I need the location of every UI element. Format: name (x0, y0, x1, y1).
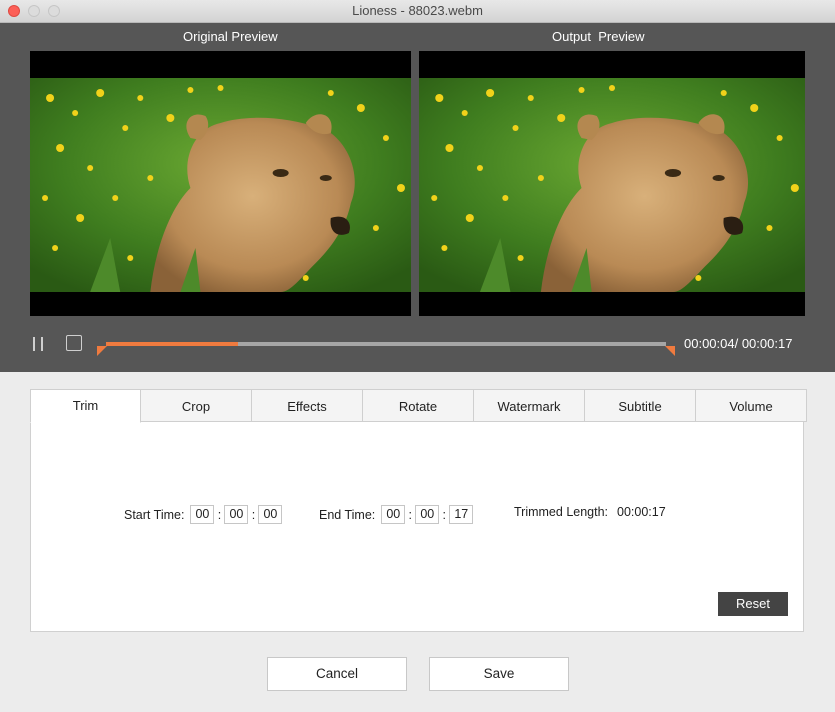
edit-panel: Trim Crop Effects Rotate Watermark Subti… (30, 389, 807, 632)
cancel-button[interactable]: Cancel (267, 657, 407, 691)
tab-subtitle[interactable]: Subtitle (585, 389, 696, 422)
tab-rotate[interactable]: Rotate (363, 389, 474, 422)
preview-area: Original Preview Output Preview 00:00:04… (0, 23, 835, 372)
time-separator: : (442, 507, 447, 522)
lioness-image (30, 78, 411, 292)
save-button[interactable]: Save (429, 657, 569, 691)
end-minutes-field[interactable]: 00 (415, 505, 440, 524)
reset-button[interactable]: Reset (718, 592, 788, 616)
time-separator: : (408, 507, 413, 522)
end-time-label: End Time: (319, 507, 376, 522)
start-seconds-field[interactable]: 00 (258, 505, 283, 524)
stop-icon[interactable] (66, 335, 82, 351)
trimmed-length-row: Trimmed Length: 00:00:17 (514, 505, 666, 519)
editor-window: Lioness - 88023.webm Original Preview Ou… (0, 0, 835, 712)
original-preview-label: Original Preview (183, 29, 278, 44)
title-bar: Lioness - 88023.webm (0, 0, 835, 23)
end-time-row: End Time: 00 : 00 : 17 (319, 505, 474, 524)
start-time-label: Start Time: (124, 507, 185, 522)
timeline-progress (106, 342, 238, 346)
tab-crop[interactable]: Crop (141, 389, 252, 422)
lioness-image (419, 78, 805, 292)
timeline-track[interactable] (106, 342, 666, 346)
trim-start-handle[interactable] (97, 346, 107, 356)
output-preview-label: Output Preview (552, 29, 645, 44)
end-hours-field[interactable]: 00 (381, 505, 406, 524)
time-separator: : (217, 507, 222, 522)
tab-bar: Trim Crop Effects Rotate Watermark Subti… (30, 389, 807, 423)
output-preview-video (419, 51, 805, 316)
time-display: 00:00:04/ 00:00:17 (684, 336, 793, 351)
end-seconds-field[interactable]: 17 (449, 505, 474, 524)
tab-effects[interactable]: Effects (252, 389, 363, 422)
start-time-row: Start Time: 00 : 00 : 00 (124, 505, 283, 524)
start-hours-field[interactable]: 00 (190, 505, 215, 524)
tab-volume[interactable]: Volume (696, 389, 807, 422)
tab-trim[interactable]: Trim (30, 389, 141, 423)
time-separator: : (251, 507, 256, 522)
original-preview-video (30, 51, 411, 316)
tab-watermark[interactable]: Watermark (474, 389, 585, 422)
trimmed-length-label: Trimmed Length: (514, 505, 609, 519)
trimmed-length-value: 00:00:17 (617, 505, 666, 519)
window-title: Lioness - 88023.webm (352, 3, 483, 18)
trim-end-handle[interactable] (665, 346, 675, 356)
start-minutes-field[interactable]: 00 (224, 505, 249, 524)
pause-icon[interactable] (31, 335, 47, 353)
